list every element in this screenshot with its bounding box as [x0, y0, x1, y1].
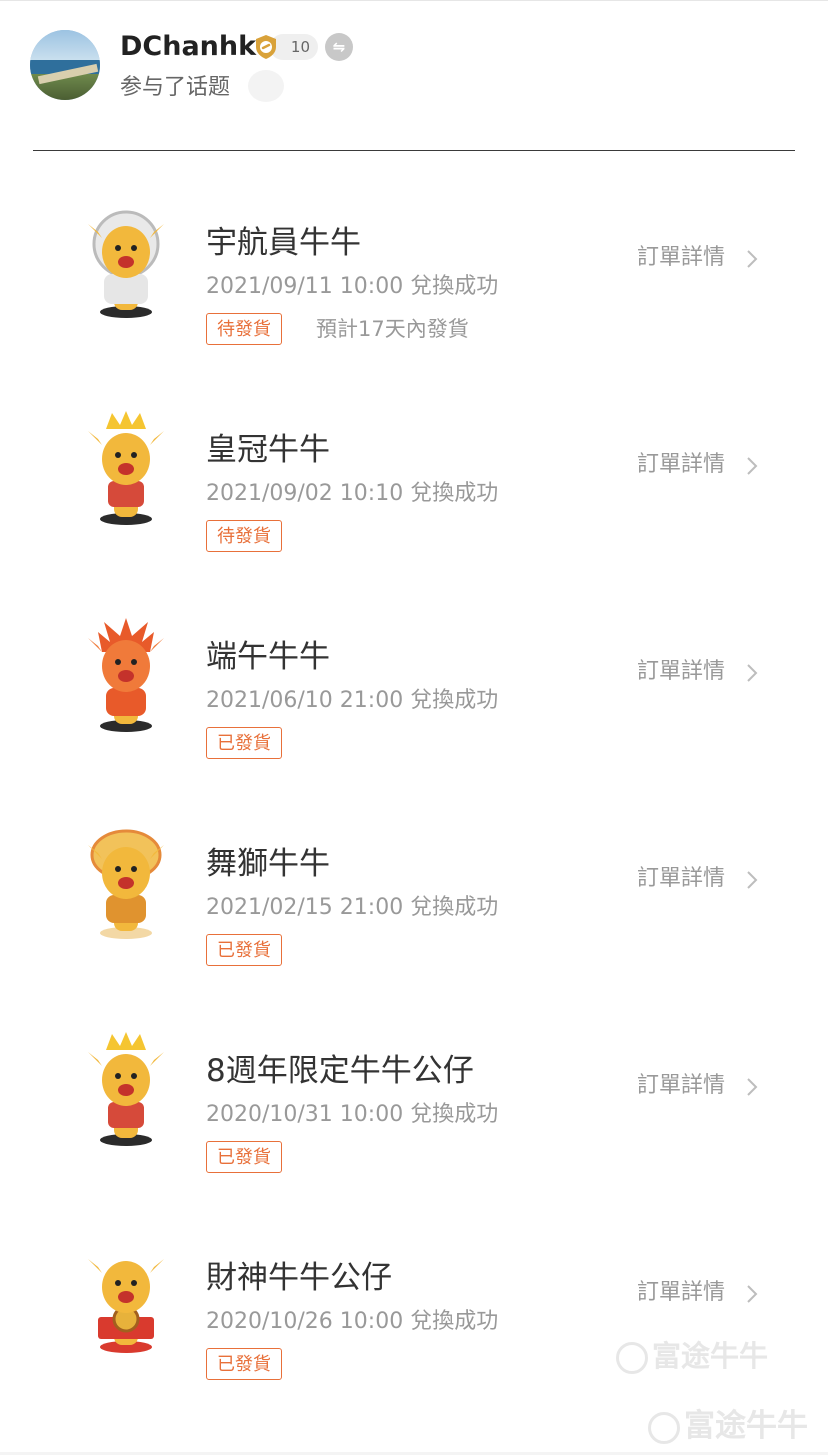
- crown-bull-figure-icon: [88, 1032, 164, 1146]
- order-detail-link[interactable]: 訂單詳情: [637, 450, 725, 480]
- product-name: 財神牛牛公仔: [206, 1260, 392, 1296]
- shipping-status-badge: 已發貨: [206, 727, 282, 759]
- exchange-status: 兌換成功: [410, 688, 499, 713]
- exchange-status: 兌換成功: [410, 1102, 499, 1127]
- chevron-right-icon[interactable]: [744, 1283, 760, 1305]
- header-divider: [33, 150, 795, 151]
- order-item[interactable]: 舞獅牛牛 2021/02/15 21:00 兌換成功 已發貨 訂單詳情: [0, 807, 828, 1014]
- topic-subtitle: 参与了话题: [120, 75, 231, 100]
- lion-dance-bull-figure-icon: [88, 829, 164, 939]
- order-date: 2021/09/11 10:00: [206, 274, 404, 299]
- exchange-status: 兌換成功: [410, 1309, 499, 1334]
- order-date: 2021/06/10 21:00: [206, 688, 404, 713]
- shipping-status-badge: 待發貨: [206, 520, 282, 552]
- level-value: 10: [290, 38, 310, 56]
- exchange-status: 兌換成功: [410, 481, 499, 506]
- shipping-status-badge: 已發貨: [206, 1141, 282, 1173]
- product-name: 8週年限定牛牛公仔: [206, 1053, 474, 1089]
- order-date: 2020/10/31 10:00: [206, 1102, 404, 1127]
- order-detail-link[interactable]: 訂單詳情: [637, 1278, 725, 1308]
- exchange-status: 兌換成功: [410, 895, 499, 920]
- dragon-bull-figure-icon: [88, 618, 164, 732]
- blurred-topic: [248, 70, 284, 102]
- product-name: 舞獅牛牛: [206, 846, 330, 882]
- astronaut-bull-figure-icon: [88, 210, 164, 318]
- order-detail-link[interactable]: 訂單詳情: [637, 1071, 725, 1101]
- order-date: 2020/10/26 10:00: [206, 1309, 404, 1334]
- order-meta: 2021/06/10 21:00 兌換成功: [206, 686, 498, 716]
- exchange-status: 兌換成功: [410, 274, 499, 299]
- verified-shield-icon: [256, 35, 276, 59]
- chevron-right-icon[interactable]: [744, 1076, 760, 1098]
- order-item[interactable]: 端午牛牛 2021/06/10 21:00 兌換成功 已發貨 訂單詳情: [0, 600, 828, 807]
- order-detail-link[interactable]: 訂單詳情: [637, 243, 725, 273]
- watermark: 富途牛牛: [648, 1400, 808, 1445]
- order-meta: 2020/10/26 10:00 兌換成功: [206, 1307, 498, 1337]
- product-name: 端午牛牛: [206, 639, 330, 675]
- watermark-text: 富途牛牛: [684, 1408, 808, 1444]
- order-meta: 2021/09/02 10:10 兌換成功: [206, 479, 498, 509]
- product-name: 宇航員牛牛: [206, 225, 361, 261]
- watermark-logo-icon: [648, 1411, 680, 1444]
- watermark-logo-icon: [616, 1342, 648, 1374]
- username[interactable]: DChanhk: [120, 29, 256, 65]
- chevron-right-icon[interactable]: [744, 455, 760, 477]
- swap-icon[interactable]: ⇋: [325, 33, 353, 61]
- watermark-text: 富途牛牛: [652, 1339, 769, 1373]
- order-detail-link[interactable]: 訂單詳情: [637, 864, 725, 894]
- order-detail-link[interactable]: 訂單詳情: [637, 657, 725, 687]
- post-header: DChanhk 10 ⇋ 参与了话题: [0, 0, 828, 150]
- order-item[interactable]: 8週年限定牛牛公仔 2020/10/31 10:00 兌換成功 已發貨 訂單詳情: [0, 1014, 828, 1221]
- order-item[interactable]: 皇冠牛牛 2021/09/02 10:10 兌換成功 待發貨 訂單詳情: [0, 393, 828, 600]
- order-meta: 2020/10/31 10:00 兌換成功: [206, 1100, 498, 1130]
- chevron-right-icon[interactable]: [744, 662, 760, 684]
- chevron-right-icon[interactable]: [744, 869, 760, 891]
- order-meta: 2021/02/15 21:00 兌換成功: [206, 893, 498, 923]
- chevron-right-icon[interactable]: [744, 248, 760, 270]
- shipping-status-badge: 已發貨: [206, 934, 282, 966]
- fortune-bull-figure-icon: [88, 1259, 164, 1353]
- crown-bull-figure-icon: [88, 411, 164, 525]
- avatar[interactable]: [30, 30, 100, 100]
- order-date: 2021/09/02 10:10: [206, 481, 404, 506]
- order-item[interactable]: 財神牛牛公仔 2020/10/26 10:00 兌換成功 已發貨 訂單詳情: [0, 1221, 828, 1428]
- shipping-eta: 預計17天內發貨: [316, 317, 469, 341]
- order-item[interactable]: 宇航員牛牛 2021/09/11 10:00 兌換成功 待發貨 預計17天內發貨 訂單詳…: [0, 186, 828, 393]
- shipping-status-badge: 待發貨: [206, 313, 282, 345]
- order-date: 2021/02/15 21:00: [206, 895, 404, 920]
- order-meta: 2021/09/11 10:00 兌換成功: [206, 272, 498, 302]
- avatar-sky: [30, 30, 100, 60]
- product-name: 皇冠牛牛: [206, 432, 330, 468]
- shipping-status-badge: 已發貨: [206, 1348, 282, 1380]
- watermark: 富途牛牛: [616, 1333, 768, 1375]
- order-list: 宇航員牛牛 2021/09/11 10:00 兌換成功 待發貨 預計17天內發貨 訂單詳…: [0, 186, 828, 1428]
